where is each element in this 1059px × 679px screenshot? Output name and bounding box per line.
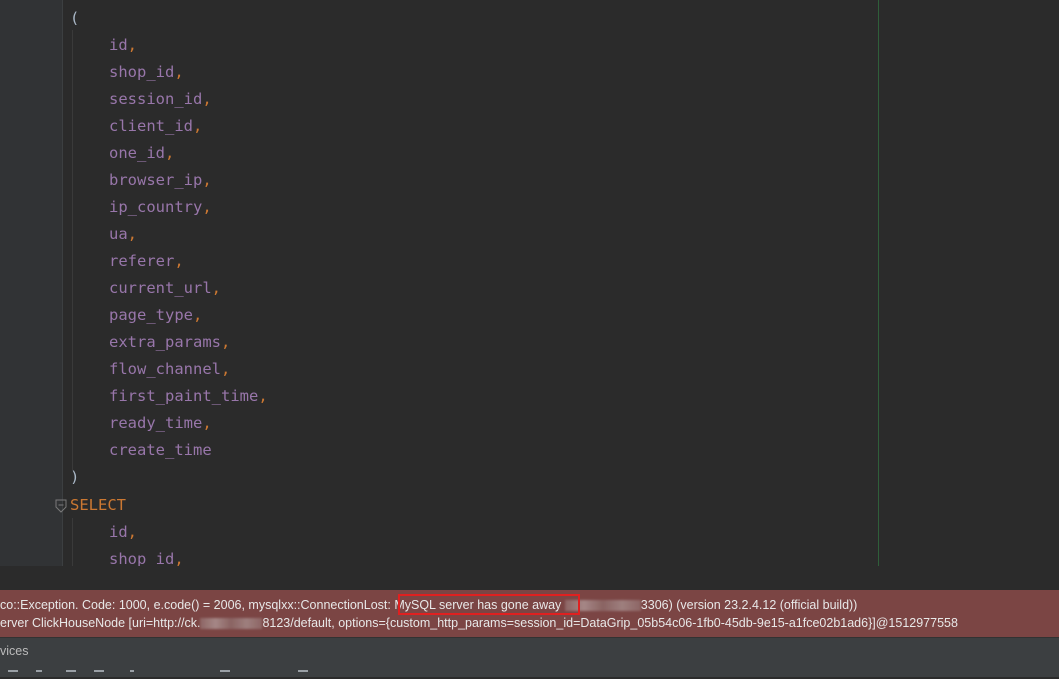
column-identifier: shop_id	[109, 550, 175, 566]
toolbar-icon[interactable]	[298, 670, 308, 679]
comma: ,	[127, 523, 138, 541]
column-identifier: ready_time	[109, 414, 203, 432]
error-line1-prefix: co::Exception. Code: 1000, e.code() = 20…	[0, 598, 395, 612]
column-line: client_id,	[109, 113, 202, 140]
toolbar-icon[interactable]	[36, 670, 42, 679]
highlight-annotation-box	[398, 594, 580, 615]
column-identifier: one_id	[109, 144, 165, 162]
comma: ,	[202, 198, 212, 216]
column-identifier: ip_country	[109, 198, 203, 216]
select-keyword: SELECT	[70, 496, 126, 514]
comma: ,	[202, 171, 212, 189]
comma: ,	[193, 306, 203, 324]
error-line1-suffix: 3306) (version 23.2.4.12 (official build…	[640, 598, 858, 612]
error-message-line-2: erver ClickHouseNode [uri=http://ck. 8123…	[0, 616, 958, 630]
select-column-line: shop_id,	[109, 546, 184, 566]
comma: ,	[127, 36, 138, 54]
comma: ,	[174, 252, 184, 270]
column-identifier: client_id	[109, 117, 193, 135]
toolbar-icon[interactable]	[94, 670, 104, 679]
column-identifier: create_time	[109, 441, 212, 459]
comma: ,	[165, 144, 175, 162]
comma: ,	[220, 360, 231, 378]
editor-scrollbar[interactable]	[1047, 0, 1059, 566]
error-line2-suffix: 8123/default, options={custom_http_param…	[262, 616, 958, 630]
comma: ,	[127, 225, 138, 243]
column-identifier: shop_id	[109, 63, 175, 81]
toolbar-icon[interactable]	[130, 670, 134, 679]
comma: ,	[202, 414, 212, 432]
line-gutter	[0, 0, 62, 566]
column-identifier: id	[109, 523, 128, 541]
open-paren: (	[70, 9, 80, 27]
column-line: referer,	[109, 248, 184, 275]
redacted-host	[200, 618, 263, 630]
column-line: flow_channel,	[109, 356, 230, 383]
column-identifier: browser_ip	[109, 171, 203, 189]
comma: ,	[174, 63, 184, 81]
column-line: page_type,	[109, 302, 202, 329]
indent-guide	[72, 518, 73, 566]
column-line: extra_params,	[109, 329, 230, 356]
comma: ,	[220, 333, 231, 351]
column-line: create_time	[109, 437, 212, 464]
comma: ,	[258, 387, 268, 405]
column-identifier: ua	[109, 225, 128, 243]
services-panel: vices	[0, 637, 1059, 677]
column-identifier: id	[109, 36, 128, 54]
error-line2-prefix: erver ClickHouseNode [uri=http://ck.	[0, 616, 201, 630]
column-line: shop_id,	[109, 59, 184, 86]
column-identifier: current_url	[109, 279, 212, 297]
services-panel-title[interactable]: vices	[0, 644, 28, 658]
column-identifier: extra_params	[109, 333, 221, 351]
comma: ,	[202, 90, 212, 108]
comma: ,	[211, 279, 221, 297]
column-line: current_url,	[109, 275, 221, 302]
toolbar-icon[interactable]	[8, 670, 18, 679]
column-line: one_id,	[109, 140, 174, 167]
column-line: ready_time,	[109, 410, 212, 437]
column-line: id,	[109, 32, 137, 59]
select-column-line: id,	[109, 519, 137, 546]
comma: ,	[193, 117, 203, 135]
code-editor[interactable]: ( id, shop_id, session_id, client_id, one_id…	[0, 0, 1059, 566]
column-identifier: first_paint_time	[109, 387, 259, 405]
toolbar-icon[interactable]	[220, 670, 230, 679]
column-identifier: referer	[109, 252, 175, 270]
column-line: first_paint_time,	[109, 383, 268, 410]
gutter-divider	[62, 0, 63, 566]
column-line: session_id,	[109, 86, 212, 113]
column-line: browser_ip,	[109, 167, 212, 194]
comma: ,	[174, 550, 184, 566]
close-paren: )	[70, 468, 80, 486]
column-identifier: flow_channel	[109, 360, 221, 378]
fold-icon[interactable]	[55, 499, 67, 513]
right-margin-guide	[878, 0, 879, 566]
column-identifier: page_type	[109, 306, 193, 324]
editor-bottom-spacer	[0, 566, 1059, 590]
column-identifier: session_id	[109, 90, 203, 108]
indent-guide	[72, 30, 73, 470]
toolbar-icon[interactable]	[66, 670, 76, 679]
error-notification[interactable]: co::Exception. Code: 1000, e.code() = 20…	[0, 590, 1059, 637]
column-line: ip_country,	[109, 194, 212, 221]
column-line: ua,	[109, 221, 137, 248]
